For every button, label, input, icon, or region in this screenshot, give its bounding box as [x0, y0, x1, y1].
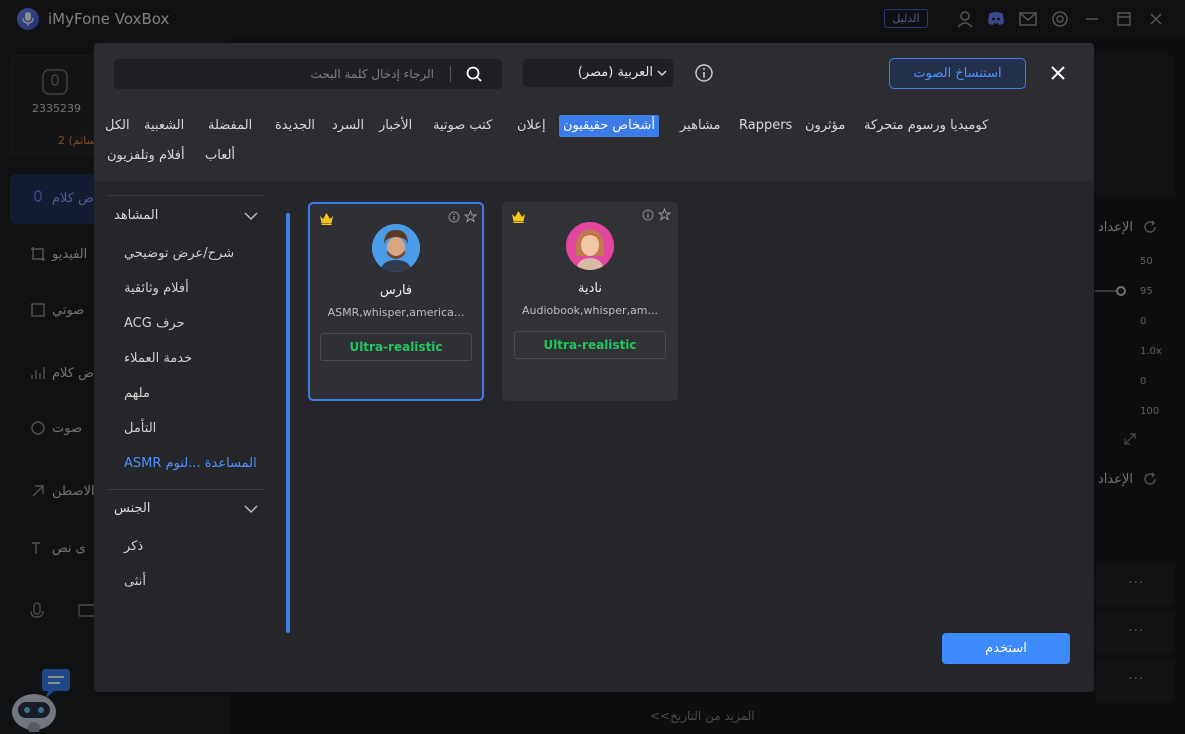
voice-tags: Audiobook,whisper,am...: [521, 304, 659, 317]
scene-item[interactable]: خدمة العملاء: [124, 351, 192, 366]
close-icon[interactable]: [1049, 64, 1067, 82]
chevron-down-icon[interactable]: [244, 211, 258, 221]
gender-item[interactable]: أنثى: [124, 574, 146, 589]
tab-celebrities[interactable]: مشاهير: [677, 115, 723, 137]
tab-games[interactable]: ألعاب: [202, 145, 238, 167]
voice-name: نادية: [578, 281, 602, 296]
sidebar-scrollbar[interactable]: [286, 213, 290, 633]
quality-badge: Ultra-realistic: [514, 331, 666, 359]
info-icon[interactable]: [694, 63, 714, 83]
quality-badge: Ultra-realistic: [320, 333, 472, 361]
tab-narration[interactable]: السرد: [329, 115, 367, 137]
chevron-down-icon: [657, 70, 667, 76]
tab-comedy[interactable]: كوميديا ورسوم متحركة: [861, 115, 991, 137]
voice-picker-modal: العربية (مصر) استنساخ الصوت كوميديا ورسو…: [94, 43, 1094, 692]
avatar: [372, 224, 420, 272]
crown-icon: [320, 213, 333, 225]
use-button[interactable]: استخدم: [942, 633, 1070, 664]
tab-popular[interactable]: الشعبية: [141, 115, 187, 137]
tab-ads[interactable]: إعلان: [514, 115, 549, 137]
gender-heading[interactable]: الجنس: [114, 501, 150, 516]
star-icon[interactable]: [464, 210, 477, 223]
tab-real-people[interactable]: أشخاص حقيقيون: [559, 115, 660, 137]
scene-item-asmr[interactable]: ASMR المساعدة ...لنوم: [124, 456, 257, 471]
gender-item[interactable]: ذكر: [124, 539, 143, 554]
tab-rappers[interactable]: Rappers: [736, 115, 795, 137]
tab-all[interactable]: الكل: [102, 115, 133, 137]
tab-favorites[interactable]: المفضلة: [205, 115, 255, 137]
voice-card[interactable]: فارس ASMR,whisper,america... Ultra-reali…: [308, 202, 484, 401]
scene-item[interactable]: التأمل: [124, 421, 156, 436]
chevron-down-icon[interactable]: [244, 504, 258, 514]
divider: [108, 489, 264, 490]
voice-name: فارس: [379, 283, 413, 298]
crown-icon: [512, 211, 525, 223]
language-select[interactable]: العربية (مصر): [523, 59, 673, 87]
tab-audiobooks[interactable]: كتب صوتية: [430, 115, 495, 137]
language-label: العربية (مصر): [577, 65, 653, 80]
search-divider: [450, 66, 451, 82]
search-box: [114, 59, 502, 89]
tab-news[interactable]: الأخبار: [376, 115, 415, 137]
divider: [108, 195, 264, 196]
star-icon[interactable]: [658, 208, 671, 221]
voice-card[interactable]: نادية Audiobook,whisper,am... Ultra-real…: [502, 202, 678, 401]
voice-tags: ASMR,whisper,america...: [327, 306, 465, 319]
clone-voice-button[interactable]: استنساخ الصوت: [889, 58, 1026, 89]
search-input[interactable]: [114, 59, 446, 89]
scene-item[interactable]: ملهم: [124, 386, 150, 401]
tab-influencers[interactable]: مؤثرون: [802, 115, 848, 137]
tab-new[interactable]: الجديدة: [272, 115, 318, 137]
avatar: [566, 222, 614, 270]
info-icon[interactable]: [642, 209, 654, 221]
search-button[interactable]: [462, 64, 486, 84]
info-icon[interactable]: [448, 211, 460, 223]
search-icon: [466, 66, 482, 82]
scene-item[interactable]: أفلام وثائقية: [124, 281, 189, 296]
scenes-heading[interactable]: المشاهد: [114, 208, 158, 223]
tab-movies-tv[interactable]: أفلام وتلفزيون: [104, 145, 188, 167]
scene-item[interactable]: شرح/عرض توضيحي: [124, 246, 234, 261]
scene-item[interactable]: حرف ACG: [124, 316, 185, 331]
